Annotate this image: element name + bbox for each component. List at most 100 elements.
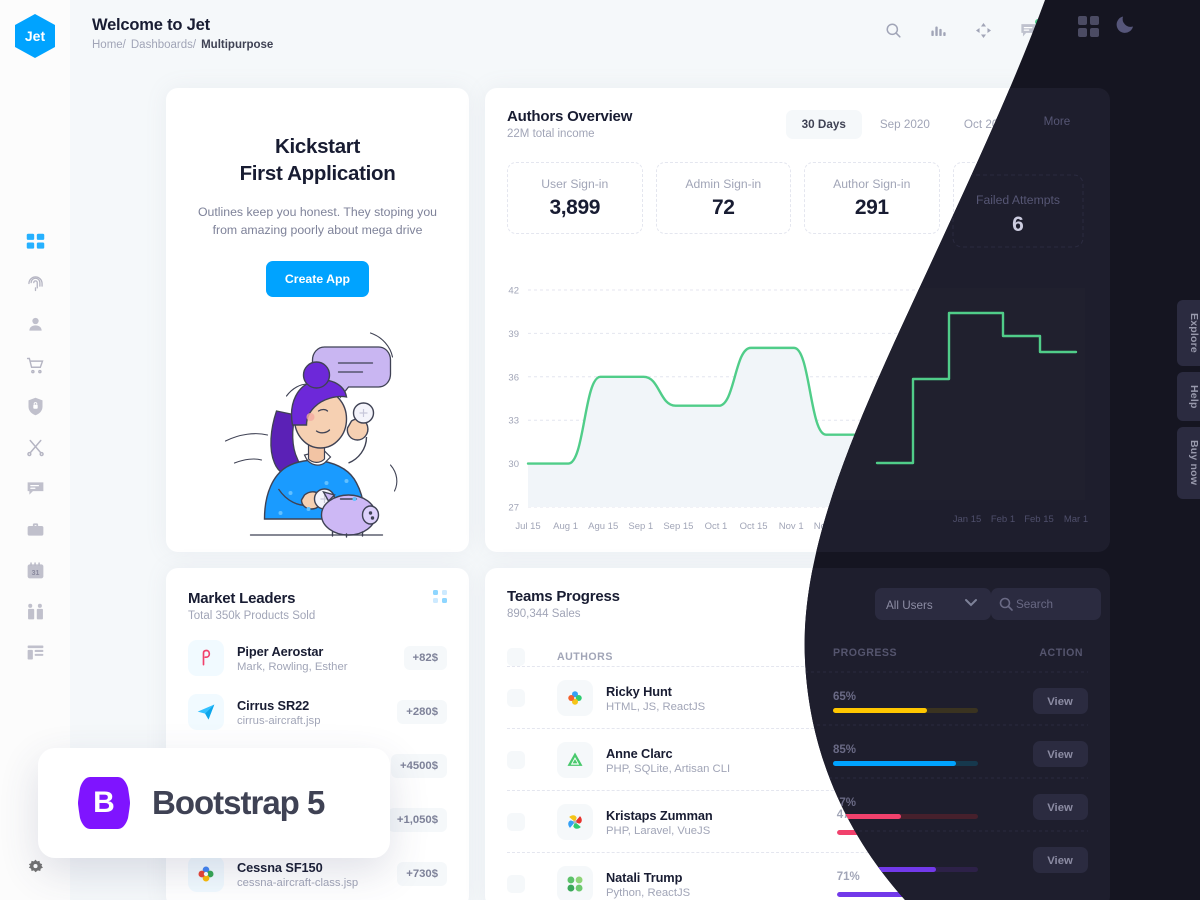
flower-multicolor-icon [557, 680, 593, 716]
svg-text:Sep 15: Sep 15 [663, 521, 693, 532]
svg-text:Jan 15: Jan 15 [965, 521, 994, 532]
row-progress-percent: 85% [836, 747, 860, 759]
stat-admin-signin: Admin Sign-in 72 [655, 162, 791, 234]
list-item[interactable]: Cirrus SR22 cirrus-aircraft.jsp +280$ [188, 694, 447, 730]
briefcase-icon [25, 519, 46, 545]
rail-help[interactable]: Help [1177, 371, 1200, 422]
tab-30-days[interactable]: 30 Days [785, 110, 862, 139]
stat-label: Author Sign-in [833, 177, 911, 191]
teams-progress-subtitle: 890,344 Sales [507, 608, 581, 620]
row-checkbox[interactable] [507, 813, 525, 831]
moon-dark-mode-icon [1109, 21, 1128, 45]
column-action: ACTION [1044, 651, 1088, 663]
sidebar-item-gifts[interactable] [0, 593, 70, 634]
breadcrumb-dashboards[interactable]: Dashboards/ [131, 39, 196, 51]
sidebar-item-security[interactable] [0, 388, 70, 429]
list-item-badge: +730$ [397, 862, 447, 886]
svg-text:Agu 15: Agu 15 [588, 521, 618, 532]
sidebar-item-briefcase[interactable] [0, 511, 70, 552]
bar-chart-icon [929, 21, 948, 45]
sidebar-item-chat[interactable] [0, 470, 70, 511]
row-checkbox[interactable] [507, 751, 525, 769]
opencart-p-icon [188, 640, 224, 676]
sidebar-item-settings[interactable] [0, 858, 70, 882]
rail-explore[interactable]: Explore [1177, 300, 1200, 366]
dark-mode-toggle[interactable] [1105, 20, 1131, 46]
view-button[interactable]: View [1034, 808, 1088, 836]
stat-value: 6 [1014, 196, 1027, 219]
row-checkbox[interactable] [507, 689, 525, 707]
kickstart-title: Kickstart First Application [196, 133, 439, 188]
page-title: Welcome to Jet [92, 15, 210, 34]
user-filter-select[interactable]: All Users [852, 590, 968, 622]
sidebar-item-layout[interactable] [0, 634, 70, 675]
list-item[interactable]: Piper Aerostar Mark, Rowling, Esther +82… [188, 640, 447, 676]
authors-overview-chart: 27 30 33 36 39 42 Jul 15 Aug 1 Agu 15 Sep 1 Sep 15… [485, 278, 1110, 543]
view-button[interactable]: View [1034, 746, 1088, 774]
view-button[interactable]: View [1034, 684, 1088, 712]
shopping-cart-icon [25, 355, 46, 381]
breadcrumb-home[interactable]: Home/ [92, 39, 126, 51]
clover-green-icon [557, 866, 593, 900]
list-item-desc: Mark, Rowling, Esther [237, 660, 348, 673]
create-app-button[interactable]: Create App [265, 261, 370, 298]
four-dots-icon[interactable] [433, 590, 447, 603]
svg-text:39: 39 [508, 329, 519, 340]
list-item-title: Cessna SF150 [237, 859, 323, 875]
row-author-name: Ricky Hunt [606, 683, 672, 699]
search-button[interactable] [880, 20, 906, 46]
chat-button[interactable] [1015, 19, 1041, 46]
svg-text:Oct 15: Oct 15 [740, 521, 768, 532]
table-header: AUTHORS PROGRESS ACTION [507, 648, 1088, 666]
row-progress-bar [836, 768, 982, 773]
row-progress-fill [836, 892, 940, 897]
move-button[interactable] [970, 20, 996, 46]
list-item-title: Piper Aerostar [237, 643, 324, 659]
avatar[interactable] [1150, 16, 1184, 50]
calendar-31-icon: 31 [25, 560, 46, 586]
tab-sep-2020[interactable]: Sep 2020 [864, 110, 946, 139]
svg-text:31: 31 [31, 569, 39, 576]
search-input[interactable]: Search [978, 590, 1088, 622]
scissors-icon [25, 437, 46, 463]
svg-text:Nov 15: Nov 15 [814, 521, 844, 532]
rail-buy-now[interactable]: Buy now [1177, 427, 1200, 499]
search-placeholder: Search [1007, 599, 1045, 613]
tab-oct-2020[interactable]: Oct 2020 [948, 110, 1027, 139]
row-checkbox[interactable] [507, 875, 525, 893]
sidebar-item-tools[interactable] [0, 429, 70, 470]
svg-text:Aug 1: Aug 1 [553, 521, 578, 532]
stat-value: 291 [854, 196, 889, 219]
table-row[interactable]: Kristaps Zumman PHP, Laravel, VueJS 47% … [507, 790, 1088, 852]
authors-overview-card: Authors Overview 22M total income 30 Day… [485, 88, 1110, 552]
tab-more[interactable]: More [1029, 110, 1088, 139]
svg-text:Feb 15: Feb 15 [1040, 521, 1070, 532]
search-icon [989, 599, 1001, 614]
market-leaders-subtitle: Total 350k Products Sold [188, 610, 316, 622]
svg-text:36: 36 [508, 372, 519, 383]
row-author-skills: PHP, SQLite, Artisan CLI [606, 762, 731, 775]
sidebar-item-cart[interactable] [0, 347, 70, 388]
savings-illustration [220, 313, 415, 538]
app-logo[interactable]: Jet [15, 14, 55, 58]
sidebar-item-user[interactable] [0, 306, 70, 347]
table-row[interactable]: Ricky Hunt HTML, JS, ReactJS 65% View [507, 666, 1088, 728]
row-progress-bar [836, 892, 982, 897]
chat-notification-badge [1035, 19, 1041, 25]
table-row[interactable]: Natali Trump Python, ReactJS 71% View [507, 852, 1088, 900]
sidebar-item-dashboard[interactable] [0, 224, 70, 265]
list-item-desc: cessna-aircraft-class.jsp [237, 876, 359, 889]
table-row[interactable]: Anne Clarc PHP, SQLite, Artisan CLI 85% … [507, 728, 1088, 790]
bootstrap-badge-card[interactable]: B Bootstrap 5 [38, 748, 390, 858]
row-author-skills: PHP, Laravel, VueJS [606, 824, 711, 837]
list-item[interactable]: Cessna SF150 cessna-aircraft-class.jsp +… [188, 856, 447, 892]
analytics-button[interactable] [925, 20, 951, 46]
svg-text:Jul 15: Jul 15 [515, 521, 540, 532]
apps-button[interactable] [1060, 20, 1086, 46]
sidebar-item-fingerprint[interactable] [0, 265, 70, 306]
authors-overview-title: Authors Overview [507, 108, 633, 125]
sidebar-item-calendar[interactable]: 31 [0, 552, 70, 593]
view-button[interactable]: View [1034, 870, 1088, 898]
row-progress-bar [836, 706, 982, 711]
select-all-checkbox[interactable] [507, 648, 525, 666]
